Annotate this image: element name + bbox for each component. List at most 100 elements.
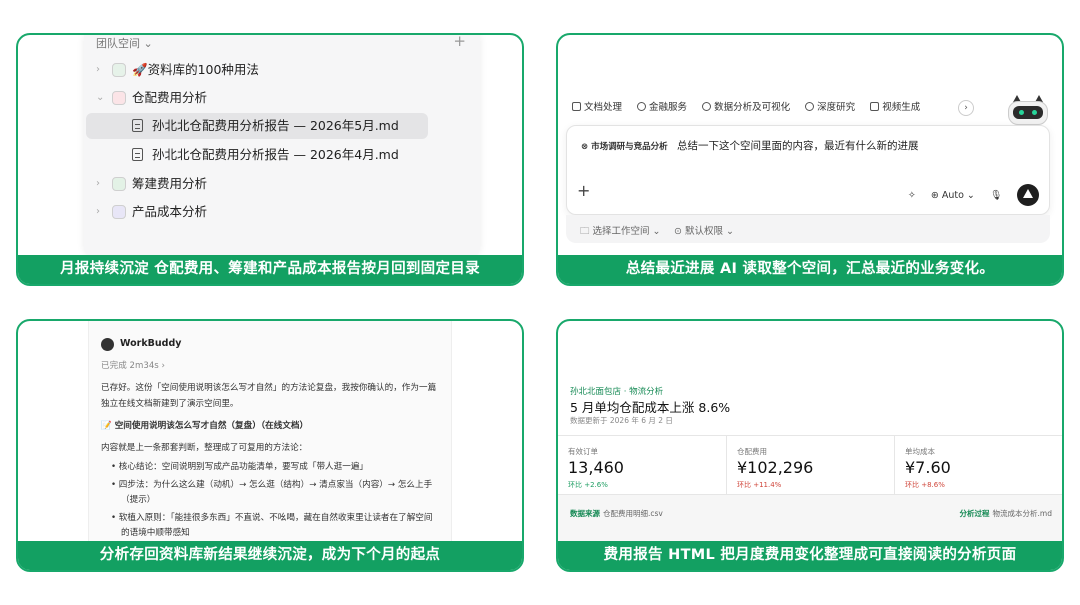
- report-footer: 数据来源 仓配费用明细.csv 分析过程 物流成本分析.md: [558, 495, 1062, 543]
- tree-item-label: 孙北北仓配费用分析报告 — 2026年4月.md: [152, 147, 399, 162]
- metric-label: 单均成本: [905, 447, 935, 456]
- robot-eye: [1019, 110, 1024, 115]
- skill-tag[interactable]: ⊗ 市场调研与竞品分析: [581, 140, 668, 152]
- metric-label: 仓配费用: [737, 447, 767, 456]
- run-status[interactable]: 已完成 2m34s ›: [101, 359, 165, 371]
- send-button[interactable]: [1017, 184, 1039, 206]
- chevron-right-icon: ›: [96, 178, 100, 189]
- panel-caption: 月报持续沉淀 仓配费用、筹建和产品成本报告按月回到固定目录: [18, 255, 522, 284]
- chip-label: 文档处理: [584, 102, 623, 113]
- chevron-right-icon: ›: [96, 64, 100, 75]
- tree-item-label: 产品成本分析: [132, 204, 208, 219]
- sparkle-icon[interactable]: ✧: [908, 190, 916, 201]
- chip-deep-research[interactable]: 深度研究: [805, 99, 855, 113]
- workspace-selector[interactable]: 🗀 选择工作空间 ⌄: [580, 223, 661, 240]
- tree-item-label: 🚀资料库的100种用法: [132, 62, 259, 77]
- metric-value: ¥7.60: [905, 458, 951, 477]
- panel-caption: 总结最近进展 AI 读取整个空间，汇总最近的业务变化。: [558, 255, 1062, 284]
- data-source-value: 仓配费用明细.csv: [603, 509, 663, 518]
- chip-data-analysis[interactable]: 数据分析及可视化: [702, 99, 790, 113]
- chevron-down-icon: ⌄: [96, 92, 105, 103]
- tree-item-label: 筹建费用分析: [132, 176, 208, 191]
- data-source[interactable]: 数据来源 仓配费用明细.csv: [570, 508, 663, 519]
- robot-mascot-icon: [1004, 95, 1052, 127]
- tree-item-label: 孙北北仓配费用分析报告 — 2026年5月.md: [152, 118, 399, 133]
- video-icon: [870, 102, 880, 111]
- document-link[interactable]: 📝 空间使用说明该怎么写才自然（复盘）（在线文档）: [101, 419, 308, 431]
- folder-icon: [112, 205, 126, 219]
- chip-label: 视频生成: [882, 102, 921, 113]
- panel-report: 孙北北面包店 · 物流分析 5 月单均仓配成本上涨 8.6% 数据更新于 202…: [556, 319, 1064, 572]
- chip-video[interactable]: 视频生成: [870, 99, 920, 113]
- analysis-process[interactable]: 分析过程 物流成本分析.md: [960, 508, 1052, 519]
- add-icon[interactable]: +: [453, 35, 466, 50]
- tree-item-folder[interactable]: › 筹建费用分析: [86, 171, 428, 197]
- chips-next-button[interactable]: ›: [958, 100, 974, 116]
- metric-fees: 仓配费用 ¥102,296 环比 +11.4%: [726, 436, 894, 496]
- metric-delta: 环比 +8.6%: [905, 481, 945, 489]
- tree-item-folder[interactable]: › 产品成本分析: [86, 199, 428, 225]
- report-updated: 数据更新于 2026 年 6 月 2 日: [570, 416, 673, 425]
- panel-caption: 分析存回资料库新结果继续沉淀，成为下个月的起点: [18, 541, 522, 570]
- robot-face: [1013, 106, 1043, 119]
- prompt-input[interactable]: ⊗ 市场调研与竞品分析 总结一下这个空间里面的内容，最近有什么新的进展 + ✧ …: [566, 125, 1050, 215]
- chat-message: WorkBuddy 已完成 2m34s › 已存好。这份「空间使用说明该怎么写才…: [88, 321, 452, 543]
- chip-label: 数据分析及可视化: [714, 102, 791, 113]
- tree-item-label: 仓配费用分析: [132, 90, 208, 105]
- add-attachment-button[interactable]: +: [577, 181, 590, 200]
- message-line: 内容就是上一条那套判断，整理成了可复用的方法论：: [101, 443, 308, 453]
- folder-icon: [112, 63, 126, 77]
- tree-header[interactable]: 团队空间 ⌄ +: [96, 35, 466, 53]
- chart-icon: [702, 102, 712, 111]
- bullet-item: • 软植入原则：「能挂很多东西」不直说、不吆喝，藏在自然收束里让读者在了解空间: [111, 513, 433, 523]
- finance-icon: [637, 102, 647, 111]
- panel-ai-input: 文档处理 金融服务 数据分析及可视化 深度研究 视频生成 › ⊗ 市场调研与竞品…: [556, 33, 1064, 286]
- chevron-right-icon: ›: [96, 206, 100, 217]
- folder-icon: [112, 91, 126, 105]
- file-tree: 团队空间 ⌄ + › 🚀资料库的100种用法 ⌄ 仓配费用分析 孙北北仓配费用分…: [84, 35, 480, 257]
- chip-label: 深度研究: [817, 102, 856, 113]
- microphone-icon[interactable]: 🎙: [990, 190, 1002, 201]
- prompt-text[interactable]: 总结一下这个空间里面的内容，最近有什么新的进展: [677, 138, 919, 153]
- search-icon: [805, 102, 815, 111]
- panel-file-tree: 团队空间 ⌄ + › 🚀资料库的100种用法 ⌄ 仓配费用分析 孙北北仓配费用分…: [16, 33, 524, 286]
- markdown-file-icon: [132, 148, 143, 161]
- tree-item-folder[interactable]: › 🚀资料库的100种用法: [86, 57, 428, 83]
- permission-selector[interactable]: ⊙ 默认权限 ⌄: [674, 223, 734, 237]
- bullet-item-cont: 的语境中顺带感知: [121, 528, 190, 538]
- metric-unit-cost: 单均成本 ¥7.60 环比 +8.6%: [894, 436, 1062, 496]
- chip-finance[interactable]: 金融服务: [637, 99, 687, 113]
- document-icon: [572, 102, 581, 111]
- panel-chat-reply: WorkBuddy 已完成 2m34s › 已存好。这份「空间使用说明该怎么写才…: [16, 319, 524, 572]
- analysis-process-label: 分析过程: [959, 509, 990, 518]
- tree-item-file[interactable]: 孙北北仓配费用分析报告 — 2026年4月.md: [86, 142, 428, 168]
- panel-caption: 费用报告 HTML 把月度费用变化整理成可直接阅读的分析页面: [558, 541, 1062, 570]
- assistant-name: WorkBuddy: [120, 338, 182, 349]
- workbuddy-logo-icon: [101, 338, 114, 351]
- data-source-label: 数据来源: [570, 509, 600, 518]
- model-selector[interactable]: ⊛ Auto ⌄: [931, 190, 975, 201]
- metric-orders: 有效订单 13,460 环比 +2.6%: [558, 436, 726, 496]
- metric-delta: 环比 +11.4%: [737, 481, 782, 489]
- tree-item-file[interactable]: 孙北北仓配费用分析报告 — 2026年5月.md: [86, 113, 428, 139]
- metric-value: ¥102,296: [737, 458, 814, 477]
- tree-header-label: 团队空间 ⌄: [96, 37, 153, 50]
- message-line: 已存好。这份「空间使用说明该怎么写才自然」的方法论复盘，我按你确认的，作为一篇: [101, 383, 437, 393]
- robot-eye: [1032, 110, 1037, 115]
- metric-cards: 有效订单 13,460 环比 +2.6% 仓配费用 ¥102,296 环比 +1…: [558, 435, 1062, 496]
- bullet-item-cont: （提示）: [121, 495, 156, 505]
- report-title: 5 月单均仓配成本上涨 8.6%: [570, 400, 731, 415]
- metric-label: 有效订单: [568, 447, 598, 456]
- folder-icon: [112, 177, 126, 191]
- bullet-item: • 核心结论：空间说明别写成产品功能清单，要写成「带人逛一遍」: [111, 462, 369, 472]
- tree-item-folder[interactable]: ⌄ 仓配费用分析: [86, 85, 428, 111]
- input-toolbar: ✧ ⊛ Auto ⌄ 🎙: [896, 184, 1039, 206]
- metric-delta: 环比 +2.6%: [568, 481, 608, 489]
- message-line: 独立在线文档新建到了演示空间里。: [101, 399, 239, 409]
- skill-chips: 文档处理 金融服务 数据分析及可视化 深度研究 视频生成: [572, 99, 932, 117]
- bullet-item: • 四步法：为什么这么建（动机）→ 怎么逛（结构）→ 清点家当（内容）→ 怎么上…: [111, 480, 433, 490]
- input-footer: 🗀 选择工作空间 ⌄ ⊙ 默认权限 ⌄: [566, 215, 1050, 243]
- report-subtitle: 孙北北面包店 · 物流分析: [570, 387, 664, 397]
- metric-value: 13,460: [568, 458, 624, 477]
- chip-document[interactable]: 文档处理: [572, 99, 622, 113]
